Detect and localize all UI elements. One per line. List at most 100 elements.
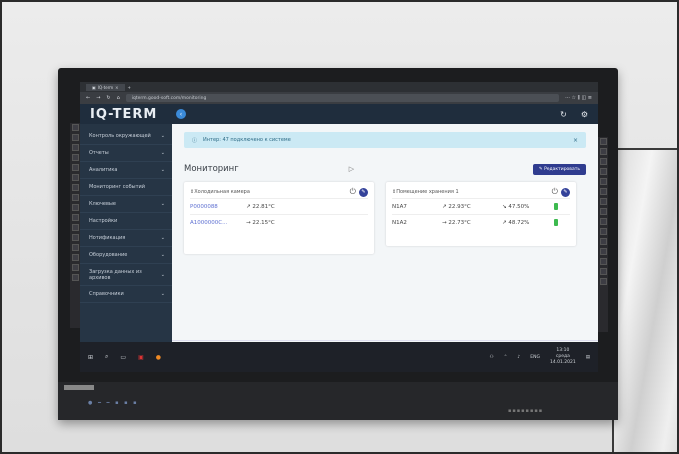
sidebar-item-label: Настройки [89,218,118,224]
left-toolbar [70,123,80,328]
toolbar-button[interactable] [71,224,79,231]
sidebar-item-label: Оборудование [89,252,128,258]
sidebar-item-archive-import[interactable]: Загрузка данных из архивов ⌄ [80,264,172,286]
task-view-icon[interactable]: ▭ [120,354,126,361]
wall-panel [612,148,677,452]
chevron-down-icon: ⌄ [160,271,165,278]
people-icon[interactable]: ⚇ [490,355,494,360]
toolbar-button[interactable] [71,164,79,171]
edit-button-label: Редактировать [544,166,580,172]
toolbar-button[interactable] [599,138,607,145]
toolbar-button[interactable] [71,244,79,251]
power-icon[interactable]: ⏻ [552,187,558,197]
browser-tabbar: ▣ IQ-term × + [80,82,598,92]
sensor-humidity: ↘ 47.50% [502,203,530,210]
sensor-row[interactable]: P0000088 ↗ 22.81°C [190,198,368,214]
refresh-icon[interactable]: ↻ [560,110,567,119]
browser-menu-icons[interactable]: ··· ☆ ⫼ ◫ ≡ [565,95,592,101]
reload-icon[interactable]: ↻ [106,95,110,101]
sensor-id[interactable]: N1A7 [392,204,442,210]
toolbar-button[interactable] [599,278,607,285]
toolbar-button[interactable] [599,218,607,225]
sidebar-item-keys[interactable]: Ключевые ⌄ [80,196,172,213]
sidebar: Контроль окружающей ⌄ Отчеты ⌄ Аналитика ⌄ … [80,124,172,352]
sidebar-item-notifications[interactable]: Нотификация ⌄ [80,230,172,247]
toolbar-button[interactable] [599,178,607,185]
toolbar-button[interactable] [71,274,79,281]
chevron-down-icon: ⌄ [160,150,165,156]
toolbar-button[interactable] [599,148,607,155]
toolbar-button[interactable] [599,168,607,175]
gear-icon[interactable]: ⚙ [581,110,588,119]
pencil-icon[interactable]: ✎ [359,187,368,197]
toolbar-button[interactable] [599,258,607,265]
taskbar-app-icon[interactable]: ▣ [138,354,144,361]
sensor-id[interactable]: N1A2 [392,220,442,226]
toolbar-button[interactable] [599,188,607,195]
sidebar-item-label: Справочники [89,291,124,297]
chevron-up-icon[interactable]: ⌃ [504,355,508,360]
new-tab-icon[interactable]: + [128,85,131,90]
toolbar-button[interactable] [71,144,79,151]
back-icon[interactable]: ← [86,95,90,101]
toolbar-button[interactable] [71,134,79,141]
sidebar-item-analytics[interactable]: Аналитика ⌄ [80,162,172,179]
tv-screen: ▣ IQ-term × + ← → ↻ ⌂ iqterm.good-soft.c… [80,82,598,372]
toolbar-button[interactable] [71,184,79,191]
tab-title: IQ-term [97,84,114,90]
toolbar-button[interactable] [599,238,607,245]
edit-button[interactable]: ✎ Редактировать [532,163,586,175]
sidebar-item-environment[interactable]: Контроль окружающей ⌄ [80,128,172,145]
power-icon[interactable]: ⏻ [350,187,356,197]
toolbar-button[interactable] [599,158,607,165]
sensor-row[interactable]: N1A2 → 22.73°C ↗ 48.72% [392,214,570,230]
tv-bottom-bezel [58,382,618,420]
toolbar-button[interactable] [599,248,607,255]
sensor-id[interactable]: A1000000C... [190,220,246,226]
windows-start-icon[interactable]: ⊞ [88,354,93,361]
sidebar-item-equipment[interactable]: Оборудование ⌄ [80,247,172,264]
search-icon[interactable]: ⌕ [105,353,108,361]
sidebar-item-label: Контроль окружающей [89,133,151,139]
close-icon[interactable]: × [573,137,578,144]
toolbar-button[interactable] [71,154,79,161]
toolbar-button[interactable] [599,228,607,235]
sidebar-item-reports[interactable]: Отчеты ⌄ [80,145,172,162]
tab-close-icon[interactable]: × [115,85,118,90]
monitor-card: ⇕ Помещение хранения 1 ⏻ ✎ N1A7 ↗ 22.93°… [386,182,576,246]
tab-favicon-icon: ▣ [92,84,96,90]
toolbar-button[interactable] [599,268,607,275]
toolbar-button[interactable] [71,204,79,211]
toolbar-button[interactable] [71,174,79,181]
toolbar-button[interactable] [71,234,79,241]
chevron-left-icon[interactable]: ‹ [176,109,186,119]
forward-icon[interactable]: → [96,95,100,101]
sidebar-item-directories[interactable]: Справочники ⌄ [80,286,172,303]
pencil-icon[interactable]: ✎ [561,187,570,197]
main-content: ⓘ Интер: 47 подключено к системе × Монит… [172,124,598,352]
sensor-id[interactable]: P0000088 [190,204,246,210]
alert-text: Интер: 47 подключено к системе [203,137,291,143]
volume-icon[interactable]: ♪ [517,355,520,360]
notification-icon[interactable]: ▤ [586,355,590,360]
toolbar-button[interactable] [71,124,79,131]
taskbar-clock[interactable]: 13:10 среда 14.01.2021 [550,348,576,366]
sidebar-item-events[interactable]: Мониторинг событий [80,179,172,196]
language-indicator[interactable]: ENG [530,355,540,360]
chevron-down-icon: ⌄ [160,291,165,297]
home-icon[interactable]: ⌂ [117,95,120,101]
toolbar-button[interactable] [71,214,79,221]
toolbar-button[interactable] [599,198,607,205]
sidebar-item-settings[interactable]: Настройки [80,213,172,230]
toolbar-button[interactable] [71,264,79,271]
toolbar-button[interactable] [71,254,79,261]
chevron-down-icon: ⌄ [160,252,165,258]
browser-tab[interactable]: ▣ IQ-term × [86,83,125,91]
info-alert: ⓘ Интер: 47 подключено к системе × [184,132,586,148]
sensor-row[interactable]: N1A7 ↗ 22.93°C ↘ 47.50% [392,198,570,214]
toolbar-button[interactable] [71,194,79,201]
address-bar[interactable]: iqterm.good-soft.com/monitoring [125,94,560,102]
sensor-row[interactable]: A1000000C... → 22.15°C [190,214,368,230]
toolbar-button[interactable] [599,208,607,215]
firefox-icon[interactable]: ● [156,354,161,361]
